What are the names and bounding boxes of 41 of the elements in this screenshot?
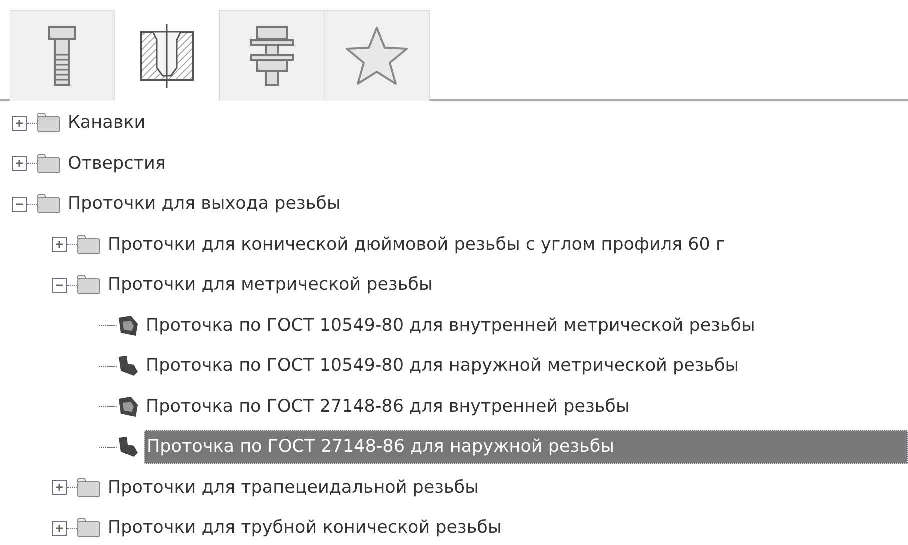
tree-item[interactable]: Проточка по ГОСТ 27148-86 для внутренней резьбы — [144, 390, 632, 423]
tree-item[interactable]: Канавки — [66, 107, 148, 140]
part-icon — [117, 314, 139, 337]
folder-icon — [37, 194, 61, 214]
shaft-part-icon — [117, 355, 139, 378]
tree-item[interactable]: Проточка по ГОСТ 27148-86 для наружной резьбы — [144, 430, 908, 464]
bolt-icon — [47, 25, 77, 87]
plus-icon — [55, 524, 64, 533]
folder-icon — [77, 478, 101, 498]
collapse-toggle[interactable] — [52, 278, 67, 293]
tree-item[interactable]: Проточки для конической дюймовой резьбы с углом профиля 60 г — [106, 228, 728, 261]
folder-icon — [77, 275, 101, 296]
plus-icon — [15, 118, 24, 128]
star-icon — [345, 26, 409, 86]
tab[interactable] — [220, 10, 325, 101]
tree-item[interactable]: Проточки для трапецеидальной резьбы — [106, 472, 481, 504]
tree-item[interactable]: Проточки для метрической резьбы — [106, 269, 435, 302]
plus-icon — [55, 483, 64, 492]
expand-toggle[interactable] — [52, 520, 67, 536]
shaft-part-icon — [117, 436, 139, 458]
tree-item[interactable]: Проточка по ГОСТ 10549-80 для наружной метрической резьбы — [144, 350, 742, 382]
plus-icon — [15, 159, 24, 168]
folder-icon — [77, 234, 101, 255]
expand-toggle[interactable] — [52, 237, 67, 252]
plus-icon — [55, 240, 64, 250]
hole-section-icon — [139, 24, 195, 88]
tab[interactable] — [325, 10, 430, 101]
tab[interactable] — [10, 10, 115, 101]
tree-item[interactable]: Проточки для трубной конической резьбы — [106, 512, 504, 544]
tree-item[interactable]: Проточка по ГОСТ 10549-80 для внутренней метрической резьбы — [144, 310, 758, 342]
bolt-assembly-icon — [249, 25, 295, 87]
folder-icon — [37, 154, 61, 174]
folder-icon — [77, 518, 101, 538]
part-icon — [117, 396, 139, 418]
expand-toggle[interactable] — [12, 116, 27, 131]
tree-item[interactable]: Отверстия — [66, 148, 168, 180]
expand-toggle[interactable] — [52, 480, 67, 496]
collapse-toggle[interactable] — [12, 196, 27, 212]
expand-toggle[interactable] — [12, 156, 27, 172]
folder-icon — [37, 113, 61, 134]
tree-item[interactable]: Проточки для выхода резьбы — [66, 188, 343, 220]
